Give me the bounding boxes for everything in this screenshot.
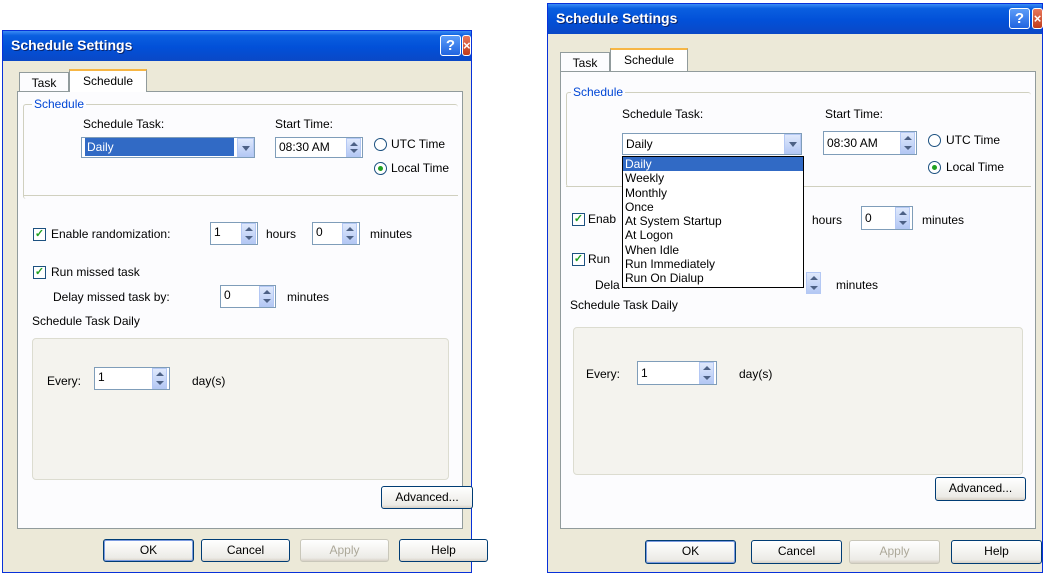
hours-label: hours <box>266 227 297 241</box>
advanced-button[interactable]: Advanced... <box>935 477 1026 501</box>
schedule-task-daily-label: Schedule Task Daily <box>570 298 678 312</box>
close-icon[interactable]: × <box>1032 8 1043 29</box>
tab-panel: Schedule Schedule Task: Daily Start Time… <box>17 91 473 529</box>
schedule-task-dropdown[interactable]: Daily <box>81 137 255 158</box>
days-label: day(s) <box>192 374 226 388</box>
ok-button[interactable]: OK <box>645 540 736 564</box>
schedule-task-dropdown[interactable]: Daily <box>622 133 802 155</box>
daily-settings-panel: Every: 1 day(s) <box>573 327 1023 475</box>
checkmark-icon: ✓ <box>573 253 584 265</box>
separator <box>23 195 458 196</box>
hours-spinner[interactable] <box>241 223 256 244</box>
option-at-logon[interactable]: At Logon <box>623 228 803 242</box>
tab-schedule[interactable]: Schedule <box>610 48 688 71</box>
minutes-spinner[interactable] <box>895 207 910 229</box>
schedule-task-label: Schedule Task: <box>622 107 704 121</box>
ok-button[interactable]: OK <box>103 539 194 562</box>
utc-time-label: UTC Time <box>946 133 1000 147</box>
delay-missed-task-label: Dela <box>595 278 620 292</box>
dialog-title: Schedule Settings <box>11 37 133 53</box>
option-run-immediately[interactable]: Run Immediately <box>623 257 803 271</box>
dropdown-arrow-icon[interactable] <box>237 138 254 157</box>
local-time-radio[interactable] <box>374 162 387 175</box>
radio-dot-icon <box>932 165 937 170</box>
dialog-title: Schedule Settings <box>556 10 678 26</box>
minutes-label: minutes <box>370 227 413 241</box>
checkmark-icon: ✓ <box>34 266 45 278</box>
start-time-spinner[interactable] <box>900 132 915 154</box>
local-time-label: Local Time <box>946 160 1005 174</box>
enable-randomization-label: Enab <box>588 212 617 226</box>
enable-randomization-label: Enable randomization: <box>51 227 171 241</box>
daily-settings-panel: Every: 1 day(s) <box>32 338 449 480</box>
apply-button[interactable]: Apply <box>849 540 940 564</box>
schedule-group-label: Schedule <box>571 85 626 99</box>
utc-time-radio[interactable] <box>374 138 387 151</box>
every-label: Every: <box>47 374 82 388</box>
start-time-label: Start Time: <box>275 117 334 131</box>
enable-randomization-checkbox[interactable]: ✓ <box>572 213 585 226</box>
delay-spinner[interactable] <box>806 272 821 294</box>
schedule-settings-dialog-left: Schedule Settings ? × Task Schedule Sche… <box>2 30 488 573</box>
every-days-spinner[interactable] <box>699 362 714 384</box>
option-weekly[interactable]: Weekly <box>623 171 803 185</box>
schedule-group-label: Schedule <box>32 97 87 111</box>
help-button[interactable]: Help <box>951 540 1042 564</box>
utc-time-label: UTC Time <box>391 137 445 151</box>
help-icon[interactable]: ? <box>1009 8 1030 29</box>
local-time-radio[interactable] <box>928 161 941 174</box>
close-icon[interactable]: × <box>462 35 471 56</box>
help-icon[interactable]: ? <box>440 35 461 56</box>
cancel-button[interactable]: Cancel <box>201 539 290 562</box>
run-missed-task-checkbox[interactable]: ✓ <box>33 266 46 279</box>
tab-schedule[interactable]: Schedule <box>69 69 147 92</box>
hours-label: hours <box>812 213 843 227</box>
minutes-label: minutes <box>922 213 965 227</box>
tab-panel: Schedule Schedule Task: Daily Daily Week… <box>560 71 1036 529</box>
run-missed-task-checkbox[interactable]: ✓ <box>572 253 585 266</box>
tab-task[interactable]: Task <box>19 72 69 92</box>
run-missed-task-label: Run missed task <box>51 265 140 279</box>
option-when-idle[interactable]: When Idle <box>623 243 803 257</box>
dropdown-arrow-icon[interactable] <box>784 134 801 154</box>
enable-randomization-checkbox[interactable]: ✓ <box>33 228 46 241</box>
minutes-spinner[interactable] <box>342 223 357 244</box>
tab-task[interactable]: Task <box>560 52 610 72</box>
option-daily[interactable]: Daily <box>623 157 803 172</box>
run-missed-task-label: Run <box>588 252 611 266</box>
checkmark-icon: ✓ <box>573 213 584 225</box>
option-at-system-startup[interactable]: At System Startup <box>623 214 803 228</box>
checkmark-icon: ✓ <box>34 228 45 240</box>
schedule-task-selected: Daily <box>85 138 234 156</box>
delay-spinner[interactable] <box>259 286 274 307</box>
option-monthly[interactable]: Monthly <box>623 186 803 200</box>
delay-minutes-label: minutes <box>287 290 330 304</box>
help-button[interactable]: Help <box>399 539 488 562</box>
days-label: day(s) <box>739 367 773 381</box>
utc-time-radio[interactable] <box>928 134 941 147</box>
delay-missed-task-label: Delay missed task by: <box>53 290 170 304</box>
option-run-on-dialup[interactable]: Run On Dialup <box>623 271 803 285</box>
option-once[interactable]: Once <box>623 200 803 214</box>
radio-dot-icon <box>378 166 383 171</box>
cancel-button[interactable]: Cancel <box>751 540 842 564</box>
every-label: Every: <box>586 367 621 381</box>
advanced-button[interactable]: Advanced... <box>381 486 473 509</box>
schedule-settings-dialog-right: Schedule Settings ? × Task Schedule Sche… <box>547 3 1043 573</box>
title-bar[interactable]: Schedule Settings ? × <box>3 31 471 61</box>
delay-minutes-label: minutes <box>836 278 879 292</box>
schedule-task-options-list[interactable]: Daily Weekly Monthly Once At System Star… <box>622 156 804 288</box>
schedule-task-label: Schedule Task: <box>83 117 165 131</box>
start-time-label: Start Time: <box>825 107 884 121</box>
title-bar[interactable]: Schedule Settings ? × <box>548 4 1043 34</box>
schedule-task-daily-label: Schedule Task Daily <box>32 314 140 328</box>
local-time-label: Local Time <box>391 161 450 175</box>
apply-button[interactable]: Apply <box>300 539 389 562</box>
every-days-spinner[interactable] <box>152 368 167 389</box>
start-time-spinner[interactable] <box>346 138 361 157</box>
